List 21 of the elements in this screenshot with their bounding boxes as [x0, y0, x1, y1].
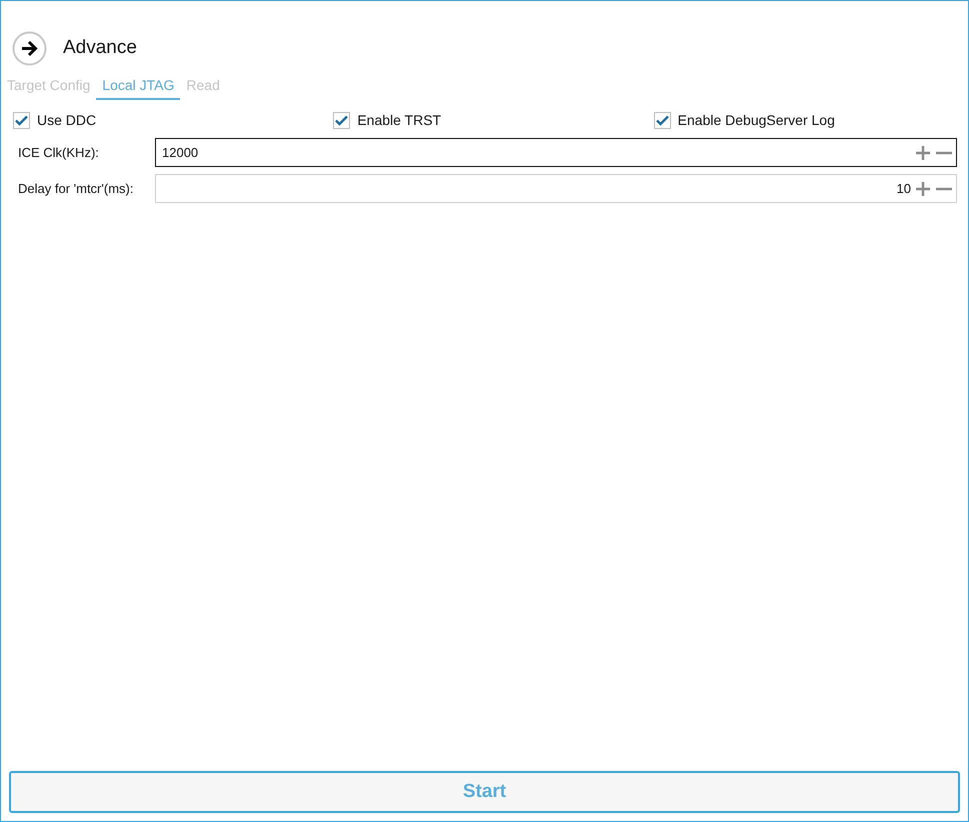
field-label: ICE Clk(KHz): — [17, 144, 100, 162]
field-label: Delay for 'mtcr'(ms): — [17, 180, 134, 198]
start-button[interactable]: Start — [9, 771, 960, 813]
field-value: 10 — [896, 180, 912, 198]
number-field[interactable]: 10 — [155, 174, 957, 203]
checkbox[interactable] — [13, 112, 30, 129]
tab[interactable]: Target Config — [7, 75, 90, 100]
plus-icon[interactable] — [915, 180, 931, 196]
number-field[interactable]: 12000 — [155, 138, 957, 167]
plus-icon[interactable] — [915, 144, 931, 160]
page-title: Advance — [63, 36, 137, 60]
minus-icon[interactable] — [936, 186, 952, 190]
checkbox-label: Enable TRST — [357, 111, 442, 130]
checkbox-label: Use DDC — [37, 111, 96, 130]
checkbox[interactable] — [333, 112, 350, 129]
field-value: 12000 — [162, 144, 200, 162]
checkbox-label: Enable DebugServer Log — [678, 111, 835, 130]
tab[interactable]: Local JTAG — [96, 75, 180, 100]
tab[interactable]: Read — [186, 75, 220, 100]
checkbox[interactable] — [654, 112, 671, 129]
minus-icon[interactable] — [936, 150, 952, 154]
